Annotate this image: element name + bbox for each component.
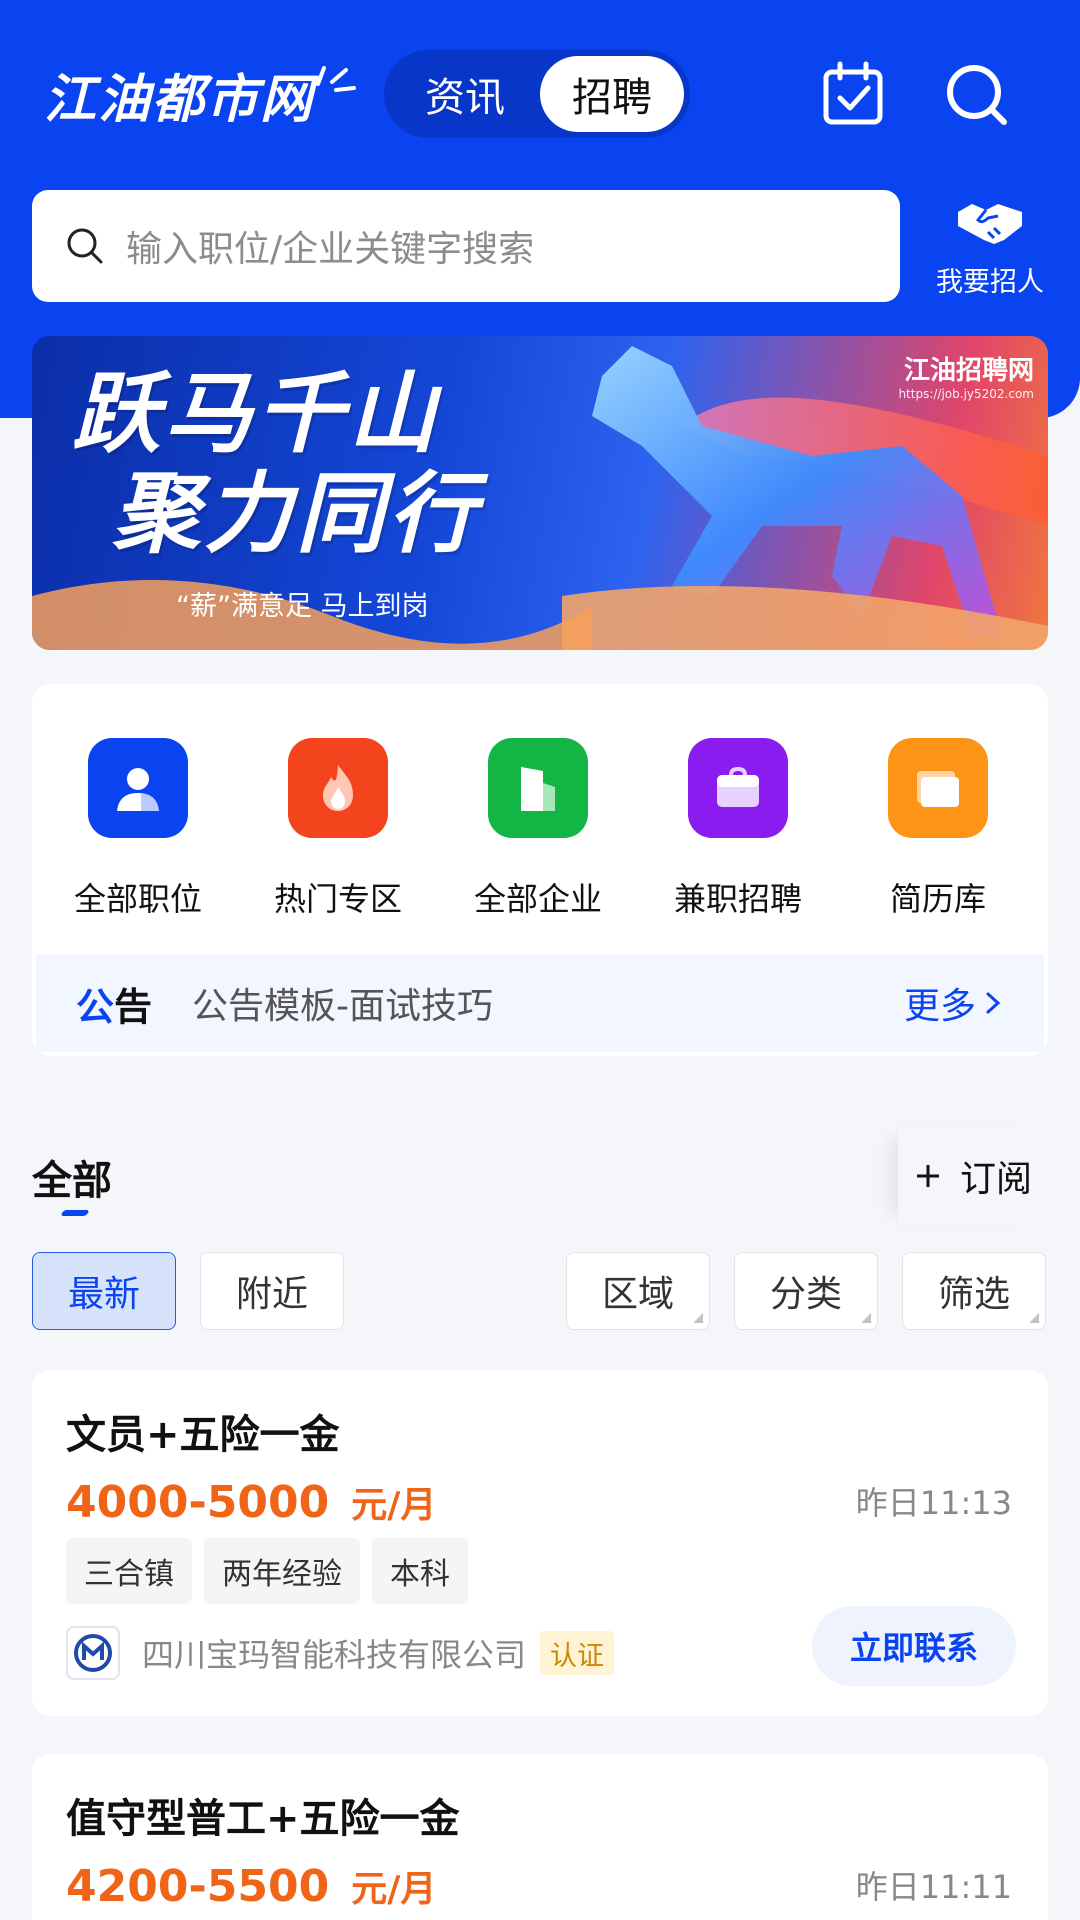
banner-brand-url: https://job.jy5202.com — [898, 387, 1034, 401]
job-salary-range: 4200-5500 — [66, 1861, 330, 1912]
notice-text: 公告模板-面试技巧 — [192, 986, 494, 1027]
notice-more-link[interactable]: 更多 — [904, 977, 1004, 1029]
company-info[interactable]: 四川宝玛智能科技有限公司 认证 — [66, 1626, 615, 1680]
tab-recruitment[interactable]: 招聘 — [540, 56, 684, 132]
nav-part-time[interactable]: 兼职招聘 — [638, 738, 838, 920]
search-icon — [67, 228, 103, 264]
filter-latest[interactable]: 最新 — [32, 1252, 176, 1330]
plus-icon — [916, 1165, 939, 1187]
job-salary: 4000-5000 元/月 — [66, 1476, 436, 1528]
folder-icon — [888, 738, 988, 838]
job-tag: 本科 — [372, 1538, 468, 1604]
post-job-button[interactable]: 我要招人 — [930, 196, 1050, 299]
promo-banner[interactable]: 跃马千山 聚力同行 “薪”满意足 马上到岗 江油招聘网 https://job.… — [32, 336, 1048, 650]
subscribe-button[interactable]: 订阅 — [898, 1128, 1048, 1224]
banner-brand: 江油招聘网 https://job.jy5202.com — [898, 350, 1034, 401]
nav-resume-library[interactable]: 简历库 — [838, 738, 1038, 920]
job-post-time: 昨日11:13 — [855, 1484, 1012, 1522]
nav-hot-zone-label: 热门专区 — [273, 880, 402, 918]
notice-title: 公告 — [76, 976, 152, 1031]
quick-nav-card: 全部职位 热门专区 全部企业 兼职招聘 简历库 公告 公告模板-面试技巧 更多 — [32, 684, 1048, 1056]
job-salary-unit: 元/月 — [351, 1869, 437, 1910]
filter-nearby-label: 附近 — [235, 1274, 308, 1315]
verified-badge: 认证 — [540, 1631, 615, 1675]
tab-news[interactable]: 资讯 — [390, 56, 540, 132]
person-icon — [88, 738, 188, 838]
search-placeholder: 输入职位/企业关键字搜索 — [126, 229, 535, 270]
filter-category-label: 分类 — [769, 1274, 842, 1315]
company-name: 四川宝玛智能科技有限公司 — [142, 1636, 527, 1674]
nav-all-jobs-label: 全部职位 — [73, 880, 202, 918]
calendar-check-icon[interactable] — [818, 60, 888, 130]
contact-now-button[interactable]: 立即联系 — [812, 1606, 1016, 1686]
filter-latest-label: 最新 — [67, 1274, 140, 1315]
company-logo — [66, 1626, 120, 1680]
filter-more[interactable]: 筛选 — [902, 1252, 1046, 1330]
notice-title-part1: 公 — [76, 984, 115, 1029]
section-title[interactable]: 全部 — [32, 1148, 112, 1206]
job-salary-range: 4000-5000 — [66, 1477, 330, 1528]
banner-title-line2: 聚力同行 — [112, 462, 481, 565]
flame-icon — [288, 738, 388, 838]
chevron-right-icon — [986, 992, 1001, 1014]
nav-part-time-label: 兼职招聘 — [673, 880, 802, 918]
briefcase-icon — [688, 738, 788, 838]
filter-area-label: 区域 — [601, 1274, 674, 1315]
filter-more-label: 筛选 — [937, 1274, 1010, 1315]
notice-more-label: 更多 — [903, 986, 976, 1027]
logo-rays-icon — [316, 66, 357, 92]
job-post-time: 昨日11:11 — [855, 1868, 1012, 1906]
dropdown-corner-icon — [1029, 1313, 1039, 1323]
job-tags: 三合镇 两年经验 本科 — [66, 1538, 468, 1604]
nav-all-jobs[interactable]: 全部职位 — [38, 738, 238, 920]
post-job-label: 我要招人 — [936, 267, 1044, 298]
banner-title: 跃马千山 聚力同行 — [72, 364, 480, 564]
quick-nav-items: 全部职位 热门专区 全部企业 兼职招聘 简历库 — [32, 738, 1048, 920]
job-title: 值守型普工+五险一金 — [66, 1796, 460, 1842]
top-tabs: 资讯 招聘 — [384, 50, 690, 138]
building-icon — [488, 738, 588, 838]
banner-subtitle: “薪”满意足 马上到岗 — [176, 591, 429, 622]
filter-nearby[interactable]: 附近 — [200, 1252, 344, 1330]
section-title-underline — [60, 1210, 90, 1216]
banner-brand-name: 江油招聘网 — [903, 356, 1034, 386]
nav-hot-zone[interactable]: 热门专区 — [238, 738, 438, 920]
job-salary: 4200-5500 元/月 — [66, 1860, 436, 1912]
job-title: 文员+五险一金 — [66, 1412, 340, 1458]
filter-area[interactable]: 区域 — [566, 1252, 710, 1330]
logo-text: 江油都市网 — [44, 69, 315, 130]
job-search-input[interactable]: 输入职位/企业关键字搜索 — [32, 190, 900, 302]
job-tag: 三合镇 — [66, 1538, 192, 1604]
job-card[interactable]: 值守型普工+五险一金 4200-5500 元/月 昨日11:11 — [32, 1754, 1048, 1920]
handshake-icon — [958, 204, 1022, 244]
job-tag: 两年经验 — [204, 1538, 360, 1604]
site-logo[interactable]: 江油都市网 — [44, 62, 357, 130]
notice-bar[interactable]: 公告 公告模板-面试技巧 更多 — [36, 954, 1044, 1052]
nav-resume-library-label: 简历库 — [889, 880, 986, 918]
subscribe-label: 订阅 — [959, 1159, 1032, 1200]
notice-title-part2: 告 — [114, 984, 153, 1029]
nav-all-companies[interactable]: 全部企业 — [438, 738, 638, 920]
search-icon[interactable] — [942, 60, 1012, 130]
job-salary-unit: 元/月 — [351, 1485, 437, 1526]
dropdown-corner-icon — [861, 1313, 871, 1323]
job-card[interactable]: 文员+五险一金 4000-5000 元/月 昨日11:13 三合镇 两年经验 本… — [32, 1370, 1048, 1716]
nav-all-companies-label: 全部企业 — [473, 880, 602, 918]
banner-title-line1: 跃马千山 — [72, 362, 441, 465]
filter-category[interactable]: 分类 — [734, 1252, 878, 1330]
dropdown-corner-icon — [693, 1313, 703, 1323]
